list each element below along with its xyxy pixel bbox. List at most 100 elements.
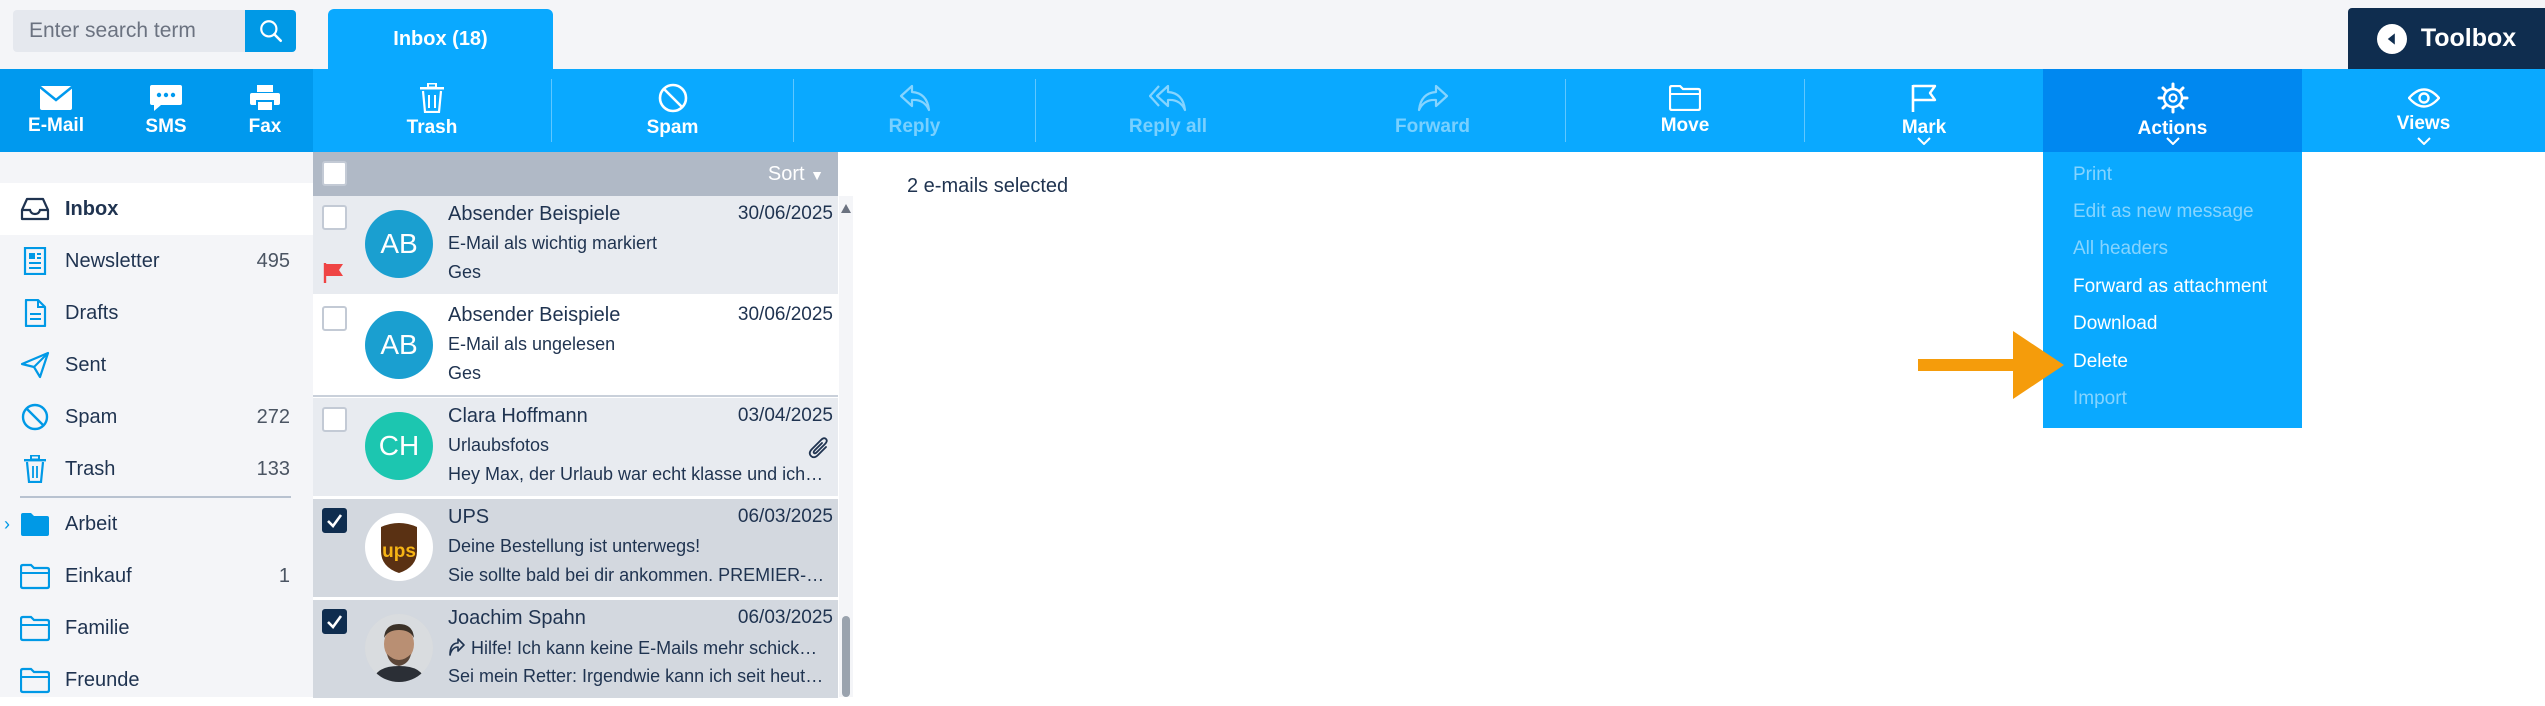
sidebar-item-spam[interactable]: Spam 272 <box>0 391 313 443</box>
sidebar-item-arbeit[interactable]: › Arbeit <box>0 498 313 550</box>
list-item[interactable]: ups UPS 06/03/2025 Deine Bestellung ist … <box>313 499 838 599</box>
avatar: AB <box>365 210 433 278</box>
compose-sms-button[interactable]: SMS <box>126 69 206 152</box>
menu-item-all-headers[interactable]: All headers <box>2073 238 2168 260</box>
mail-subject: E-Mail als wichtig markiert <box>448 233 658 253</box>
search-button[interactable] <box>245 10 296 52</box>
sidebar-item-newsletter[interactable]: Newsletter 495 <box>0 235 313 287</box>
reply-icon <box>899 84 930 111</box>
move-button[interactable]: Move <box>1566 69 1804 152</box>
toolbox-button[interactable]: Toolbox <box>2348 8 2545 69</box>
checkmark-icon <box>327 514 343 528</box>
sidebar-item-label: Newsletter <box>65 249 160 272</box>
sidebar-item-familie[interactable]: Familie <box>0 602 313 654</box>
search-input[interactable] <box>13 10 245 52</box>
flag-icon[interactable] <box>323 262 345 284</box>
list-item[interactable]: CH Clara Hoffmann 03/04/2025 Urlaubsfoto… <box>313 398 838 498</box>
sidebar-item-label: Freunde <box>65 668 140 691</box>
sidebar-item-label: Inbox <box>65 197 119 220</box>
sms-icon <box>150 84 182 111</box>
compose-sms-label: SMS <box>145 115 187 137</box>
checkmark-icon <box>327 615 343 629</box>
folder-icon <box>1669 84 1701 111</box>
menu-item-print[interactable]: Print <box>2073 164 2112 186</box>
sidebar-item-label: Trash <box>65 457 116 480</box>
unread-count: 272 <box>256 405 290 428</box>
trash-icon <box>24 455 46 483</box>
eye-icon <box>2407 87 2440 108</box>
sidebar-item-freunde[interactable]: Freunde <box>0 654 313 706</box>
sort-label: Sort <box>767 163 805 185</box>
row-checkbox[interactable] <box>322 407 347 432</box>
unread-count: 133 <box>256 457 290 480</box>
sender-name: Absender Beispiele <box>448 203 621 225</box>
row-checkbox[interactable] <box>322 306 347 331</box>
move-label: Move <box>1660 114 1710 136</box>
sidebar-item-sent[interactable]: Sent <box>0 339 313 391</box>
list-item[interactable]: Joachim Spahn 06/03/2025 Hilfe! Ich kann… <box>313 600 838 700</box>
row-checkbox[interactable] <box>322 205 347 230</box>
sidebar-item-drafts[interactable]: Drafts <box>0 287 313 339</box>
list-scrollbar[interactable] <box>839 196 853 697</box>
sidebar-item-label: Drafts <box>65 301 119 324</box>
mail-preview: Sei mein Retter: Irgendwie kann ich seit… <box>448 666 824 686</box>
sidebar-item-inbox[interactable]: Inbox <box>0 183 313 235</box>
menu-item-delete[interactable]: Delete <box>2073 351 2128 373</box>
list-item[interactable]: AB Absender Beispiele 30/06/2025 E-Mail … <box>313 196 838 296</box>
compose-fax-label: Fax <box>248 115 282 137</box>
sender-name: Absender Beispiele <box>448 304 621 326</box>
forward-icon <box>1417 84 1448 111</box>
mark-button[interactable]: Mark <box>1805 69 2043 152</box>
sort-button[interactable]: Sort ▼ <box>768 163 824 186</box>
row-checkbox[interactable] <box>322 508 347 533</box>
mail-subject: Deine Bestellung ist unterwegs! <box>448 536 701 556</box>
row-checkbox[interactable] <box>322 609 347 634</box>
menu-item-forward-as-attachment[interactable]: Forward as attachment <box>2073 276 2267 298</box>
views-button[interactable]: Views <box>2302 69 2545 152</box>
menu-item-import[interactable]: Import <box>2073 388 2127 410</box>
mail-subject-row: Hilfe! Ich kann keine E-Mails mehr schic… <box>448 637 817 659</box>
scroll-up-arrow-icon[interactable] <box>841 204 851 213</box>
sender-name: Clara Hoffmann <box>448 405 588 427</box>
chevron-right-icon[interactable]: › <box>4 514 10 535</box>
mail-date: 06/03/2025 <box>737 607 833 628</box>
mail-preview: Hey Max, der Urlaub war echt klasse und … <box>448 464 824 484</box>
search-icon <box>259 20 282 43</box>
reply-all-icon <box>1149 84 1187 111</box>
pointer-arrow-icon <box>1918 331 2064 399</box>
mail-subject: Urlaubsfotos <box>448 435 550 455</box>
actions-menu: Print Edit as new message All headers Fo… <box>2043 152 2302 428</box>
tab-inbox[interactable]: Inbox (18) <box>328 9 553 69</box>
paperclip-icon <box>808 437 828 459</box>
avatar: CH <box>365 412 433 480</box>
chevron-down-icon <box>2165 137 2180 145</box>
sidebar-item-einkauf[interactable]: Einkauf 1 <box>0 550 313 602</box>
menu-item-edit-as-new[interactable]: Edit as new message <box>2073 201 2254 223</box>
scroll-thumb[interactable] <box>842 616 850 697</box>
unread-count: 1 <box>278 564 290 587</box>
top-bar: Inbox (18) Toolbox <box>0 0 2545 69</box>
forward-button[interactable]: Forward <box>1300 69 1565 152</box>
actions-button[interactable]: Actions <box>2043 69 2302 152</box>
trash-button[interactable]: Trash <box>313 69 551 152</box>
avatar: AB <box>365 311 433 379</box>
compose-email-button[interactable]: E-Mail <box>13 69 99 152</box>
reply-all-button[interactable]: Reply all <box>1036 69 1300 152</box>
sidebar-item-label: Familie <box>65 616 130 639</box>
selection-status: 2 e-mails selected <box>907 175 1069 197</box>
send-icon <box>20 351 50 379</box>
mail-preview: Sie sollte bald bei dir ankommen. PREMIE… <box>448 565 825 585</box>
mail-date: 06/03/2025 <box>737 506 833 527</box>
sidebar-item-trash[interactable]: Trash 133 <box>0 443 313 495</box>
printer-icon <box>250 84 280 112</box>
list-item[interactable]: AB Absender Beispiele 30/06/2025 E-Mail … <box>313 297 838 397</box>
menu-item-download[interactable]: Download <box>2073 313 2158 335</box>
play-back-icon <box>2376 23 2407 54</box>
compose-fax-button[interactable]: Fax <box>225 69 305 152</box>
chevron-down-icon <box>2416 137 2431 145</box>
mark-label: Mark <box>1901 116 1947 138</box>
reply-button[interactable]: Reply <box>794 69 1035 152</box>
select-all-checkbox[interactable] <box>322 161 347 186</box>
toolbox-label: Toolbox <box>2420 24 2517 52</box>
spam-button[interactable]: Spam <box>552 69 793 152</box>
